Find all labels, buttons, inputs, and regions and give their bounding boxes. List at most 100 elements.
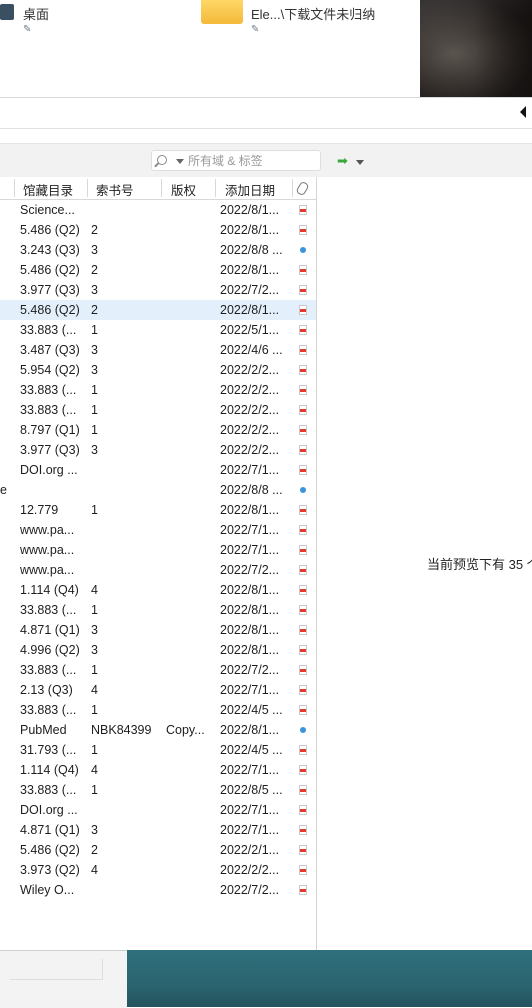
collapse-left-arrow-icon[interactable]	[520, 106, 526, 118]
attachment-cell[interactable]	[299, 785, 307, 795]
attachment-cell[interactable]	[299, 885, 307, 895]
attachment-cell[interactable]	[299, 445, 307, 455]
table-row[interactable]: 5.486 (Q2) 2 2022/8/1...	[0, 260, 316, 280]
attachment-cell[interactable]	[299, 665, 307, 675]
table-row[interactable]: DOI.org ... 2022/7/1...	[0, 460, 316, 480]
table-cell: 3	[91, 623, 98, 637]
pdf-attachment-icon	[299, 445, 307, 455]
table-row[interactable]: www.pa... 2022/7/1...	[0, 540, 316, 560]
column-header-rights[interactable]: 版权	[171, 180, 196, 199]
attachment-cell[interactable]	[299, 525, 307, 535]
attachment-cell[interactable]	[299, 345, 307, 355]
search-mode-dropdown-icon[interactable]	[176, 159, 184, 164]
attachment-cell[interactable]	[299, 225, 307, 235]
attachment-cell[interactable]	[299, 805, 307, 815]
table-row[interactable]: 33.883 (... 1 2022/8/1...	[0, 600, 316, 620]
go-dropdown-icon[interactable]	[356, 160, 364, 165]
table-row[interactable]: 3.977 (Q3) 3 2022/2/2...	[0, 440, 316, 460]
table-cell: 3.487 (Q3)	[20, 343, 80, 357]
table-row[interactable]: 33.883 (... 1 2022/2/2...	[0, 400, 316, 420]
attachment-cell[interactable]	[299, 365, 307, 375]
table-row[interactable]: 1.114 (Q4) 4 2022/7/1...	[0, 760, 316, 780]
attachment-cell[interactable]	[299, 585, 307, 595]
table-row[interactable]: 33.883 (... 1 2022/8/5 ...	[0, 780, 316, 800]
table-row[interactable]: www.pa... 2022/7/2...	[0, 560, 316, 580]
table-row[interactable]: DOI.org ... 2022/7/1...	[0, 800, 316, 820]
table-row[interactable]: e 2022/8/8 ...	[0, 480, 316, 500]
attachment-cell[interactable]	[299, 505, 307, 515]
table-cell: 1.114 (Q4)	[20, 583, 79, 597]
table-cell: 33.883 (...	[20, 603, 77, 617]
attachment-icon[interactable]	[295, 180, 310, 197]
attachment-cell[interactable]	[299, 845, 307, 855]
attachment-cell[interactable]	[299, 645, 307, 655]
table-row[interactable]: Wiley O... 2022/7/2...	[0, 880, 316, 900]
search-icon	[157, 155, 167, 165]
table-cell: 1	[91, 403, 98, 417]
attachment-cell[interactable]	[299, 385, 307, 395]
attachment-cell[interactable]	[299, 325, 307, 335]
attachment-cell[interactable]	[299, 825, 307, 835]
table-cell: 4	[91, 683, 98, 697]
column-header-date-added[interactable]: 添加日期	[225, 180, 275, 199]
search-input[interactable]	[188, 153, 316, 168]
attachment-cell[interactable]	[299, 245, 306, 253]
attachment-cell[interactable]	[299, 205, 307, 215]
table-row[interactable]: 31.793 (... 1 2022/4/5 ...	[0, 740, 316, 760]
table-row[interactable]: 33.883 (... 1 2022/4/5 ...	[0, 700, 316, 720]
attachment-cell[interactable]	[299, 465, 307, 475]
attachment-cell[interactable]	[299, 265, 307, 275]
column-header-call-number[interactable]: 索书号	[96, 180, 134, 199]
table-row[interactable]: 5.486 (Q2) 2 2022/2/1...	[0, 840, 316, 860]
table-row[interactable]: 2.13 (Q3) 4 2022/7/1...	[0, 680, 316, 700]
table-row[interactable]: 4.871 (Q1) 3 2022/7/1...	[0, 820, 316, 840]
attachment-cell[interactable]	[299, 405, 307, 415]
table-row[interactable]: 3.243 (Q3) 3 2022/8/8 ...	[0, 240, 316, 260]
attachment-cell[interactable]	[299, 765, 307, 775]
column-header-archive[interactable]: 馆藏目录	[23, 180, 73, 199]
attachment-cell[interactable]	[299, 305, 307, 315]
pdf-attachment-icon	[299, 265, 307, 275]
table-row[interactable]: 5.486 (Q2) 2 2022/8/1...	[0, 300, 316, 320]
table-row[interactable]: 5.486 (Q2) 2 2022/8/1...	[0, 220, 316, 240]
desktop-wallpaper	[127, 950, 532, 1007]
table-row[interactable]: 12.779 1 2022/8/1...	[0, 500, 316, 520]
table-row[interactable]: www.pa... 2022/7/1...	[0, 520, 316, 540]
table-row[interactable]: Science... 2022/8/1...	[0, 200, 316, 220]
quick-access-desktop[interactable]: 桌面 ✎	[0, 0, 120, 40]
pdf-attachment-icon	[299, 385, 307, 395]
table-row[interactable]: 33.883 (... 1 2022/5/1...	[0, 320, 316, 340]
quick-access-desktop-label: 桌面	[23, 7, 50, 22]
column-separator	[215, 179, 216, 197]
quick-access-downloads-folder[interactable]: Ele...\下载文件未归纳 ✎	[200, 0, 410, 40]
attachment-cell[interactable]	[299, 745, 307, 755]
attachment-cell[interactable]	[299, 605, 307, 615]
table-row[interactable]: 8.797 (Q1) 1 2022/2/2...	[0, 420, 316, 440]
preview-message: 当前预览下有 35 个	[427, 557, 532, 572]
table-cell: 2022/8/1...	[220, 623, 280, 637]
search-box[interactable]	[151, 150, 321, 171]
table-row[interactable]: PubMed NBK84399 Copy... 2022/8/1...	[0, 720, 316, 740]
table-row[interactable]: 1.114 (Q4) 4 2022/8/1...	[0, 580, 316, 600]
table-row[interactable]: 4.996 (Q2) 3 2022/8/1...	[0, 640, 316, 660]
table-row[interactable]: 3.977 (Q3) 3 2022/7/2...	[0, 280, 316, 300]
table-row[interactable]: 5.954 (Q2) 3 2022/2/2...	[0, 360, 316, 380]
green-arrow-icon[interactable]: ➡	[337, 154, 348, 167]
table-row[interactable]: 33.883 (... 1 2022/7/2...	[0, 660, 316, 680]
attachment-cell[interactable]	[299, 425, 307, 435]
attachment-cell[interactable]	[299, 545, 307, 555]
attachment-cell[interactable]	[299, 725, 306, 733]
pdf-attachment-icon	[299, 365, 307, 375]
attachment-cell[interactable]	[299, 565, 307, 575]
table-cell: 2022/4/5 ...	[220, 743, 283, 757]
table-row[interactable]: 3.973 (Q2) 4 2022/2/2...	[0, 860, 316, 880]
attachment-cell[interactable]	[299, 285, 307, 295]
attachment-cell[interactable]	[299, 705, 307, 715]
table-row[interactable]: 33.883 (... 1 2022/2/2...	[0, 380, 316, 400]
attachment-cell[interactable]	[299, 685, 307, 695]
table-row[interactable]: 3.487 (Q3) 3 2022/4/6 ...	[0, 340, 316, 360]
attachment-cell[interactable]	[299, 865, 307, 875]
attachment-cell[interactable]	[299, 485, 306, 493]
table-row[interactable]: 4.871 (Q1) 3 2022/8/1...	[0, 620, 316, 640]
attachment-cell[interactable]	[299, 625, 307, 635]
